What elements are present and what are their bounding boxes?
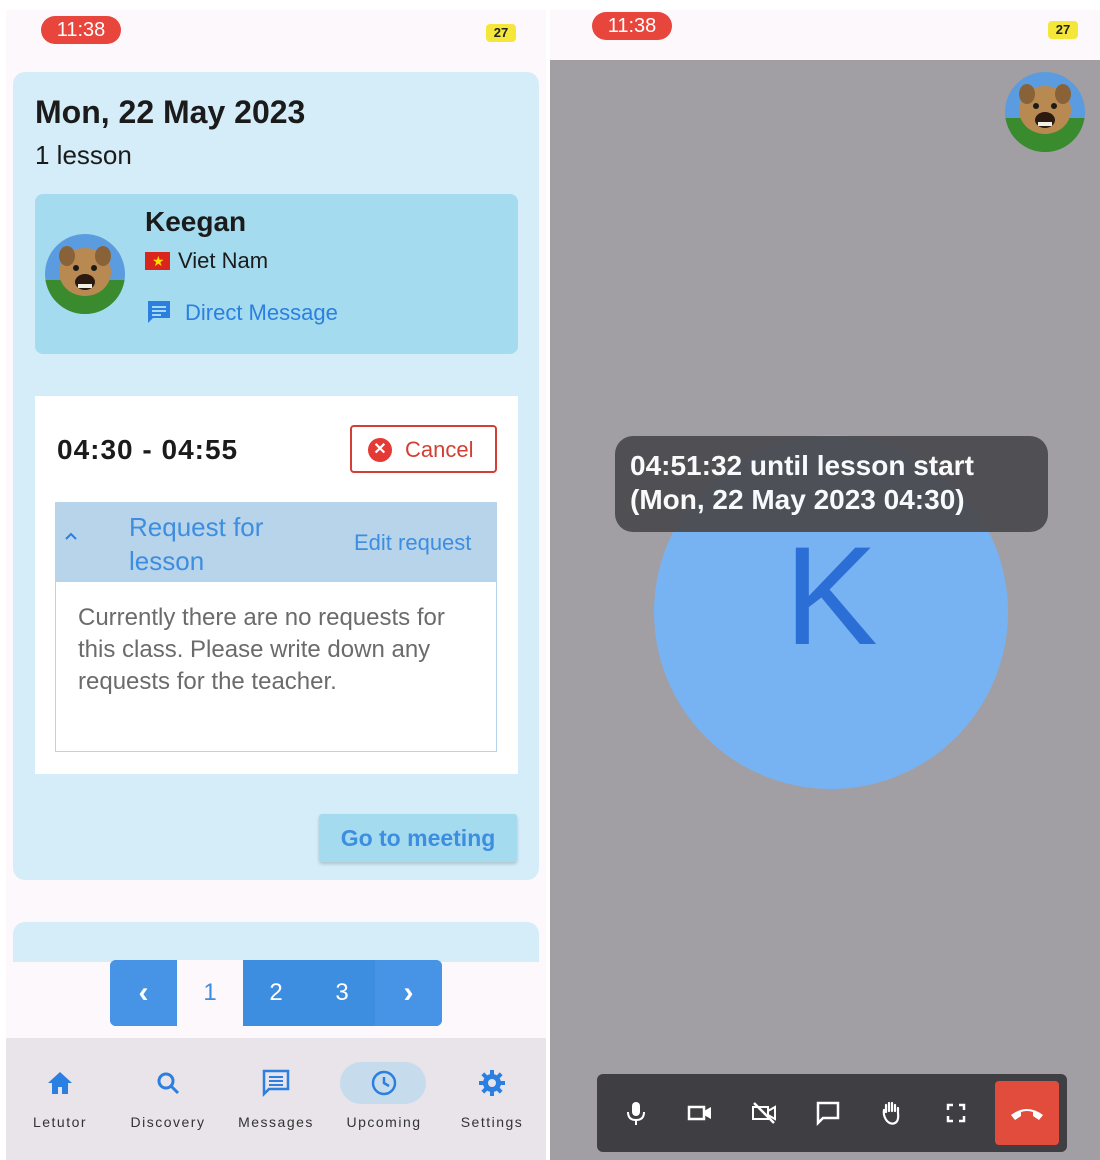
vietnam-flag-icon: ★ <box>145 252 170 270</box>
go-to-meeting-label: Go to meeting <box>340 825 496 851</box>
search-icon <box>157 1072 180 1095</box>
fullscreen-button[interactable] <box>931 1089 981 1137</box>
request-body: Currently there are no requests for this… <box>55 582 497 752</box>
screenshot-root: 11:38 27 Mon, 22 May 2023 1 lesson Keega… <box>0 0 1100 1160</box>
meeting-screen: 11:38 27 K 04:51:32 until lesson start (… <box>550 10 1100 1160</box>
raise-hand-icon <box>882 1101 900 1125</box>
camera-button[interactable] <box>675 1089 725 1137</box>
camera-icon <box>687 1105 711 1121</box>
schedule-screen: 11:38 27 Mon, 22 May 2023 1 lesson Keega… <box>6 10 546 1160</box>
chat-button[interactable] <box>803 1089 853 1137</box>
edit-request-link[interactable]: Edit request <box>354 530 471 556</box>
meeting-toolbar <box>597 1074 1067 1152</box>
self-avatar[interactable] <box>1005 72 1085 152</box>
raise-hand-button[interactable] <box>867 1089 917 1137</box>
gear-icon <box>479 1070 505 1096</box>
next-page-button[interactable]: › <box>375 960 442 1026</box>
prev-page-button[interactable]: ‹ <box>110 960 177 1026</box>
cancel-label: Cancel <box>405 437 474 462</box>
nav-item-upcoming[interactable]: Upcoming <box>330 1062 438 1142</box>
page-button-3[interactable]: 3 <box>309 960 375 1026</box>
bottom-nav: Letutor Discovery Messages Upcoming Sett… <box>6 1038 546 1160</box>
close-circle-icon: ✕ <box>368 438 392 462</box>
chevron-up-icon[interactable] <box>63 528 79 544</box>
status-time: 11:38 <box>592 12 672 40</box>
go-to-meeting-button[interactable]: Go to meeting <box>319 814 517 862</box>
direct-message-link[interactable]: Direct Message <box>185 300 338 326</box>
camera-off-button[interactable] <box>739 1089 789 1137</box>
nav-item-discovery[interactable]: Discovery <box>114 1062 222 1142</box>
nav-label: Messages <box>238 1114 314 1130</box>
chat-icon <box>816 1101 840 1126</box>
day-card: Mon, 22 May 2023 1 lesson Keegan ★ Viet … <box>13 72 539 880</box>
battery-indicator: 27 <box>1048 21 1078 39</box>
page-button-2[interactable]: 2 <box>243 960 309 1026</box>
request-title: Request for lesson <box>129 512 264 576</box>
countdown-start-time: (Mon, 22 May 2023 04:30) <box>630 484 965 515</box>
nav-label: Settings <box>460 1114 524 1130</box>
message-icon <box>262 1069 290 1098</box>
next-day-card <box>13 922 539 962</box>
tutor-country: Viet Nam <box>178 248 269 273</box>
cancel-button[interactable]: ✕ Cancel <box>350 425 497 473</box>
tutor-name: Keegan <box>145 206 247 237</box>
lesson-card: 04:30 - 04:55 ✕ Cancel Request for lesso… <box>35 396 518 774</box>
day-title: Mon, 22 May 2023 <box>35 94 306 130</box>
home-icon <box>48 1072 72 1094</box>
pagination: ‹ 1 2 3 › <box>110 960 442 1026</box>
request-accordion-header[interactable]: Request for lesson Edit request <box>55 502 497 582</box>
status-time: 11:38 <box>41 16 121 44</box>
nav-item-messages[interactable]: Messages <box>222 1062 330 1142</box>
status-bar: 11:38 27 <box>550 10 1100 60</box>
lesson-count: 1 lesson <box>35 140 132 170</box>
tutor-avatar[interactable] <box>45 234 125 314</box>
battery-indicator: 27 <box>486 24 516 42</box>
request-text: Currently there are no requests for this… <box>78 604 445 695</box>
lesson-time-range: 04:30 - 04:55 <box>57 434 239 465</box>
fullscreen-icon <box>946 1103 966 1123</box>
nav-label: Letutor <box>32 1114 88 1130</box>
message-icon[interactable] <box>145 298 173 326</box>
nav-item-settings[interactable]: Settings <box>438 1062 546 1142</box>
microphone-icon <box>627 1102 645 1125</box>
nav-label: Discovery <box>130 1114 206 1130</box>
dog-avatar-image <box>1005 72 1085 152</box>
clock-icon <box>371 1070 397 1096</box>
hang-up-icon <box>1011 1109 1043 1120</box>
camera-off-icon <box>752 1102 776 1124</box>
tutor-card[interactable]: Keegan ★ Viet Nam Direct Message <box>35 194 518 354</box>
dog-avatar-image <box>45 234 125 314</box>
countdown-text: 04:51:32 until lesson start <box>630 450 974 481</box>
hang-up-button[interactable] <box>995 1081 1059 1145</box>
participant-initial: K <box>784 517 878 674</box>
mute-button[interactable] <box>611 1089 661 1137</box>
page-button-1[interactable]: 1 <box>177 960 243 1026</box>
countdown-banner: 04:51:32 until lesson start (Mon, 22 May… <box>615 436 1048 532</box>
nav-item-letutor[interactable]: Letutor <box>6 1062 114 1142</box>
nav-label: Upcoming <box>346 1114 422 1130</box>
